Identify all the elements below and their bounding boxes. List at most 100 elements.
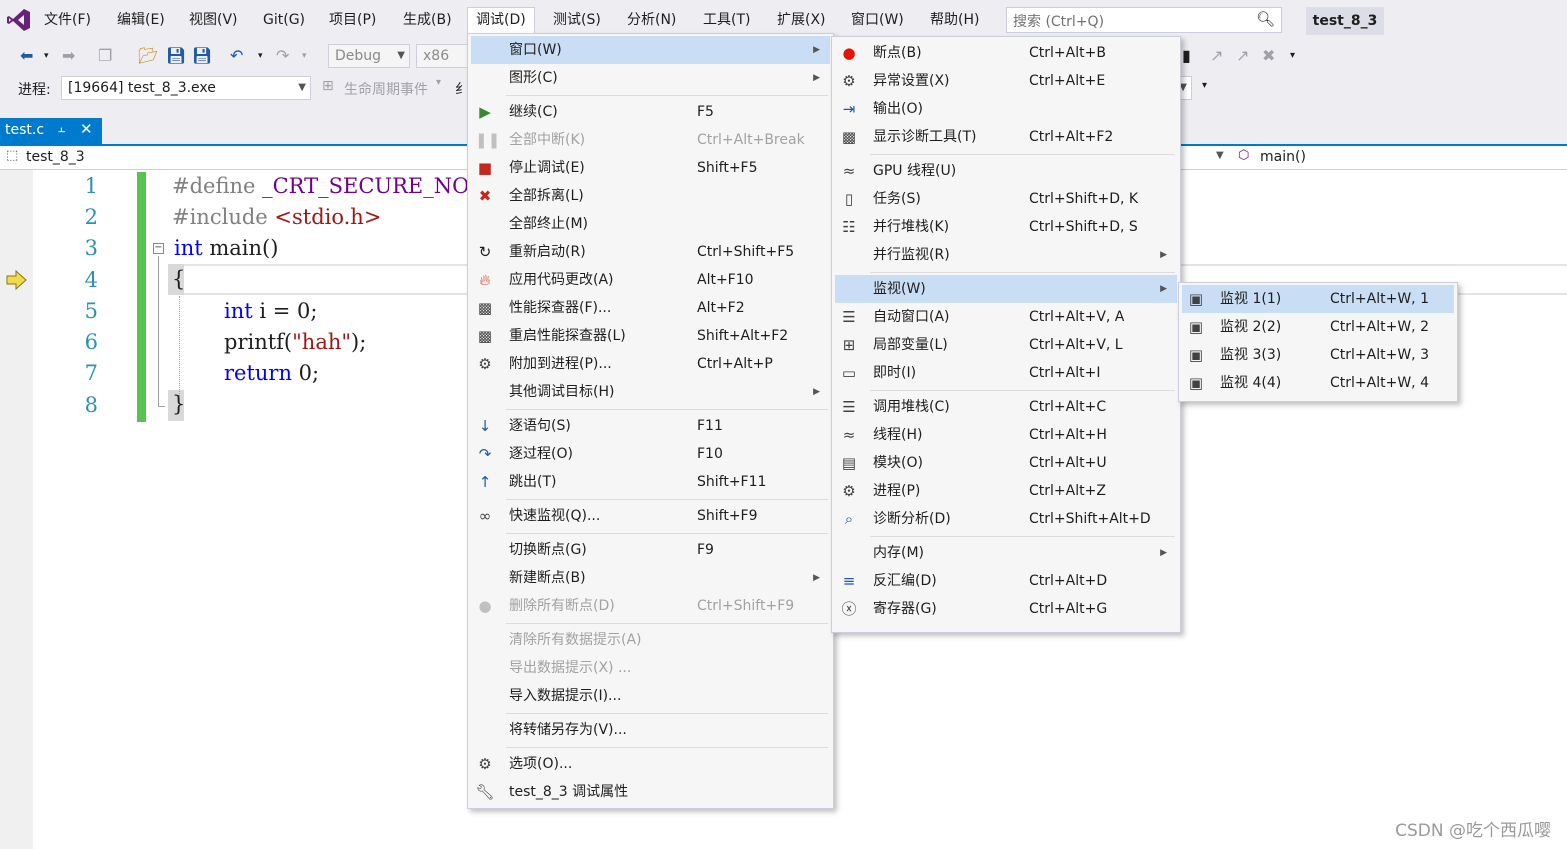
window-menu-item[interactable]: ☰ 调用堆栈(C) Ctrl+Alt+C: [835, 393, 1177, 421]
save-icon[interactable]: 💾︎: [166, 40, 186, 72]
window-menu-item[interactable]: ⚙ 进程(P) Ctrl+Alt+Z: [835, 477, 1177, 505]
close-icon[interactable]: ✕: [80, 120, 93, 138]
menu-project[interactable]: 项目(P): [329, 8, 376, 32]
window-menu-item[interactable]: ≡ 反汇编(D) Ctrl+Alt+D: [835, 567, 1177, 595]
code-line-7[interactable]: return 0;: [224, 361, 319, 385]
save-all-icon[interactable]: 💾︎: [192, 40, 212, 72]
window-menu-item[interactable]: ⓧ 寄存器(G) Ctrl+Alt+G: [835, 595, 1177, 623]
menu-help[interactable]: 帮助(H): [930, 8, 979, 32]
chevron-down-icon[interactable]: ▾: [302, 40, 307, 72]
menu-analyze[interactable]: 分析(N): [627, 8, 676, 32]
menu-edit[interactable]: 编辑(E): [117, 8, 165, 32]
window-menu-item[interactable]: ● 断点(B) Ctrl+Alt+B: [835, 39, 1177, 67]
chevron-down-icon[interactable]: ▾: [44, 40, 49, 72]
debug-menu-item[interactable]: ✖ 全部拆离(L): [471, 182, 830, 210]
menu-test[interactable]: 测试(S): [553, 8, 601, 32]
code-line-6[interactable]: printf("hah");: [224, 330, 366, 354]
tab-test-c[interactable]: test.c ⫠ ✕: [0, 118, 102, 144]
debug-menu-item[interactable]: ↷ 逐过程(O) F10: [471, 440, 830, 468]
nav-scope[interactable]: test_8_3: [26, 149, 85, 165]
window-menu-item[interactable]: ≈ GPU 线程(U): [835, 157, 1177, 185]
debug-menu-item[interactable]: ▩ 性能探查器(F)... Alt+F2: [471, 294, 830, 322]
debug-menu-item[interactable]: 新建断点(B) ▶: [471, 564, 830, 592]
code-line-2[interactable]: #include <stdio.h>: [172, 205, 381, 229]
search-input[interactable]: 搜索 (Ctrl+Q) 🔍︎: [1006, 7, 1282, 33]
debug-menu-item[interactable]: 全部终止(M): [471, 210, 830, 238]
open-file-icon[interactable]: 📂︎: [138, 40, 158, 72]
debug-menu-item[interactable]: 🔥︎ 应用代码更改(A) Alt+F10: [471, 266, 830, 294]
toolbar-overflow-icon[interactable]: ▾: [1202, 80, 1207, 91]
undo-icon[interactable]: ↶: [230, 40, 243, 72]
bookmark-prev-icon[interactable]: ↗: [1210, 40, 1223, 72]
project-icon: ⬚: [6, 148, 19, 163]
bookmark-next-icon[interactable]: ↗: [1236, 40, 1249, 72]
navigate-forward-icon[interactable]: ➡: [62, 40, 75, 72]
menu-build[interactable]: 生成(B): [403, 8, 452, 32]
redo-icon[interactable]: ↷: [276, 40, 289, 72]
watch-menu-item[interactable]: ▣ 监视 4(4) Ctrl+Alt+W, 4: [1182, 369, 1454, 397]
debug-menu-item[interactable]: 将转储另存为(V)...: [471, 716, 830, 744]
window-menu-item[interactable]: 并行监视(R) ▶: [835, 241, 1177, 269]
window-menu-item[interactable]: ≈ 线程(H) Ctrl+Alt+H: [835, 421, 1177, 449]
code-line-3[interactable]: int main(): [174, 236, 278, 260]
menu-window[interactable]: 窗口(W): [851, 8, 904, 32]
debug-menu-item[interactable]: 🔧︎ test_8_3 调试属性: [471, 778, 830, 806]
window-menu-item[interactable]: 内存(M) ▶: [835, 539, 1177, 567]
platform-dropdown[interactable]: x86: [416, 44, 468, 68]
window-menu-item[interactable]: ⊞ 局部变量(L) Ctrl+Alt+V, L: [835, 331, 1177, 359]
chevron-down-icon[interactable]: ▾: [258, 40, 263, 72]
new-project-icon[interactable]: ❐: [98, 40, 112, 72]
debug-menu-item[interactable]: ↓ 逐语句(S) F11: [471, 412, 830, 440]
watch-menu-item[interactable]: ▣ 监视 3(3) Ctrl+Alt+W, 3: [1182, 341, 1454, 369]
window-menu-item[interactable]: ⌕ 诊断分析(D) Ctrl+Shift+Alt+D: [835, 505, 1177, 533]
window-menu-item[interactable]: ▭ 即时(I) Ctrl+Alt+I: [835, 359, 1177, 387]
menu-file[interactable]: 文件(F): [44, 8, 91, 32]
window-menu-item[interactable]: ⇥ 输出(O): [835, 95, 1177, 123]
lifecycle-events-icon[interactable]: ⊞: [322, 78, 334, 94]
debug-menu-item[interactable]: ⚙ 选项(O)...: [471, 750, 830, 778]
menu-extensions[interactable]: 扩展(X): [777, 8, 826, 32]
collapse-icon[interactable]: −: [153, 243, 164, 254]
window-menu-item[interactable]: ▩ 显示诊断工具(T) Ctrl+Alt+F2: [835, 123, 1177, 151]
debug-menu-item[interactable]: ↑ 跳出(T) Shift+F11: [471, 468, 830, 496]
watch-menu-item[interactable]: ▣ 监视 2(2) Ctrl+Alt+W, 2: [1182, 313, 1454, 341]
debug-menu-item[interactable]: 切换断点(G) F9: [471, 536, 830, 564]
debug-menu-item[interactable]: ↻ 重新启动(R) Ctrl+Shift+F5: [471, 238, 830, 266]
code-line-5[interactable]: int i = 0;: [224, 299, 317, 323]
code-line-1[interactable]: #define _CRT_SECURE_NO_: [172, 174, 480, 198]
menu-tools[interactable]: 工具(T): [703, 8, 750, 32]
debug-menu-item[interactable]: ∞ 快速监视(Q)... Shift+F9: [471, 502, 830, 530]
debug-menu-item[interactable]: 导入数据提示(I)...: [471, 682, 830, 710]
debug-menu-item[interactable]: ■ 停止调试(E) Shift+F5: [471, 154, 830, 182]
debug-menu-item[interactable]: 图形(C) ▶: [471, 64, 830, 92]
nav-function[interactable]: main(): [1260, 149, 1306, 165]
configuration-dropdown[interactable]: Debug ▼: [328, 44, 410, 68]
debug-menu-item-shortcut: Alt+F10: [697, 272, 754, 288]
window-menu-item[interactable]: ⚙ 异常设置(X) Ctrl+Alt+E: [835, 67, 1177, 95]
bookmark-icon[interactable]: ▮: [1182, 40, 1191, 72]
chevron-down-icon[interactable]: ▾: [436, 77, 441, 88]
debug-menu-item[interactable]: 其他调试目标(H) ▶: [471, 378, 830, 406]
process-dropdown[interactable]: [19664] test_8_3.exe ▼: [61, 76, 311, 100]
window-menu-item[interactable]: ☰ 自动窗口(A) Ctrl+Alt+V, A: [835, 303, 1177, 331]
chevron-down-icon[interactable]: ▼: [1216, 150, 1224, 161]
navigate-back-icon[interactable]: ⬅: [20, 40, 33, 72]
debug-menu-item[interactable]: ▶ 继续(C) F5: [471, 98, 830, 126]
debug-menu-item[interactable]: 窗口(W) ▶: [471, 36, 830, 64]
code-line-8[interactable]: }: [172, 392, 185, 416]
toolbar-overflow-icon[interactable]: ▾: [1290, 40, 1295, 72]
window-menu-item[interactable]: ▤ 模块(O) Ctrl+Alt+U: [835, 449, 1177, 477]
menu-git[interactable]: Git(G): [263, 8, 305, 32]
menu-view[interactable]: 视图(V): [189, 8, 238, 32]
pin-icon[interactable]: ⫠: [58, 121, 65, 136]
lifecycle-events-label[interactable]: 生命周期事件: [344, 79, 428, 99]
menu-debug[interactable]: 调试(D): [467, 7, 535, 34]
window-menu-item[interactable]: ▯ 任务(S) Ctrl+Shift+D, K: [835, 185, 1177, 213]
debug-menu-item[interactable]: ⚙ 附加到进程(P)... Ctrl+Alt+P: [471, 350, 830, 378]
code-line-4[interactable]: {: [172, 267, 185, 291]
bookmark-clear-icon[interactable]: ✖: [1262, 40, 1275, 72]
watch-menu-item[interactable]: ▣ 监视 1(1) Ctrl+Alt+W, 1: [1182, 285, 1454, 313]
window-menu-item[interactable]: ☷ 并行堆栈(K) Ctrl+Shift+D, S: [835, 213, 1177, 241]
debug-menu-item[interactable]: ▩ 重启性能探查器(L) Shift+Alt+F2: [471, 322, 830, 350]
window-menu-item[interactable]: 监视(W) ▶: [835, 275, 1177, 303]
